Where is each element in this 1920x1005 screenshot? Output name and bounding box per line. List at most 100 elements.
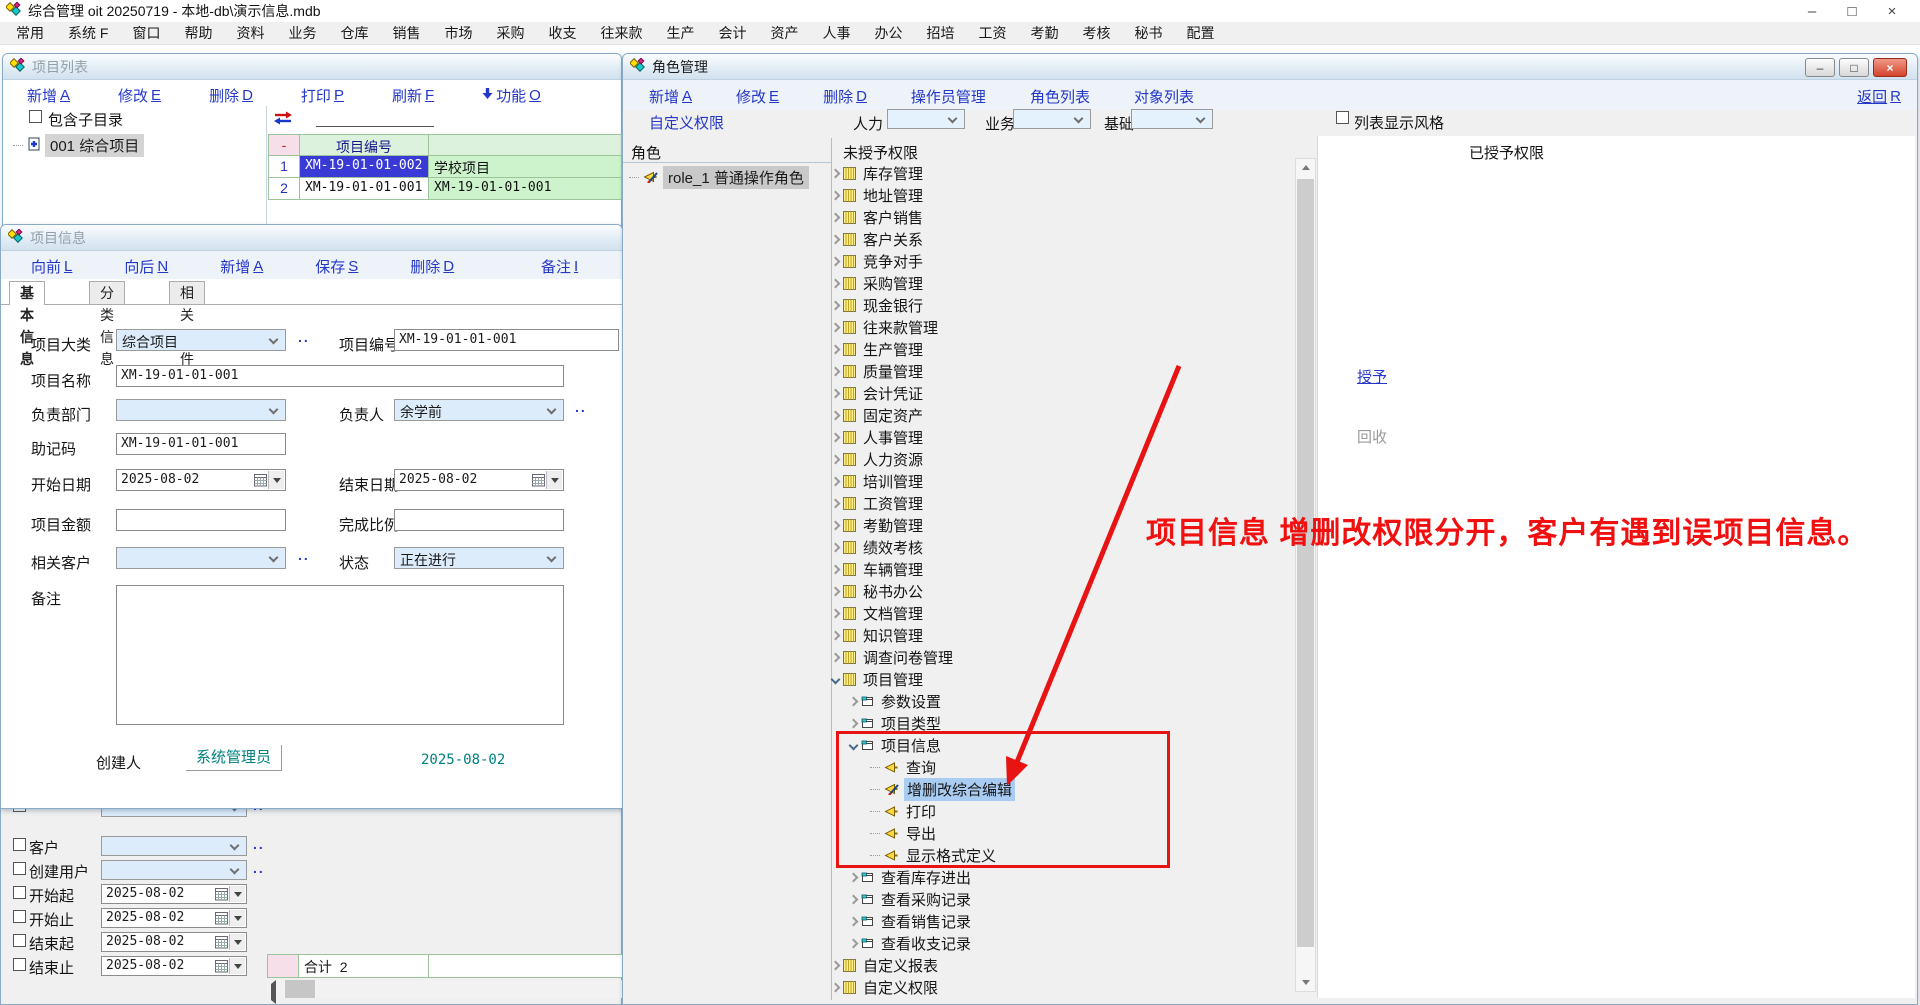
tree-item[interactable]: 生产管理: [832, 338, 926, 360]
tree-item[interactable]: 查询: [870, 756, 939, 778]
project-list-toolbar-refresh-button[interactable]: 刷新F: [392, 85, 434, 105]
tree-item[interactable]: 秘书办公: [832, 580, 926, 602]
scroll-down-icon[interactable]: [1296, 974, 1315, 991]
chevron-right-icon[interactable]: [849, 938, 859, 948]
tree-item[interactable]: 地址管理: [832, 184, 926, 206]
row-number[interactable]: 2: [268, 178, 300, 200]
tree-item[interactable]: 客户销售: [832, 206, 926, 228]
menu-item-2[interactable]: 系统 F: [56, 22, 120, 45]
tree-item[interactable]: 客户关系: [832, 228, 926, 250]
chevron-down-icon[interactable]: [831, 674, 841, 684]
chevron-right-icon[interactable]: [831, 586, 841, 596]
tree-item[interactable]: 会计凭证: [832, 382, 926, 404]
close-icon[interactable]: ×: [1873, 58, 1907, 77]
chevron-down-icon[interactable]: [849, 740, 859, 750]
chevron-right-icon[interactable]: [831, 520, 841, 530]
menu-item-8[interactable]: 销售: [380, 22, 432, 45]
project-info-toolbar-delete-button[interactable]: 删除D: [410, 256, 454, 276]
tree-item[interactable]: 车辆管理: [832, 558, 926, 580]
date-dropdown-icon[interactable]: [546, 471, 562, 489]
tree-item[interactable]: 往来款管理: [832, 316, 941, 338]
chevron-right-icon[interactable]: [831, 982, 841, 992]
restore-icon[interactable]: □: [1839, 58, 1869, 77]
category-lookup-button[interactable]: ..: [298, 329, 310, 345]
filter-date-picker[interactable]: 2025-08-02: [101, 884, 247, 904]
cell-project-code[interactable]: XM-19-01-01-002: [300, 156, 429, 178]
menu-item-10[interactable]: 采购: [484, 22, 536, 45]
tree-scrollbar[interactable]: [1295, 158, 1316, 992]
filter-checkbox-结束止[interactable]: [13, 958, 26, 971]
tree-item[interactable]: 自定义报表: [832, 954, 941, 976]
filter-checkbox-客户[interactable]: [13, 838, 26, 851]
filter-checkbox-创建用户[interactable]: [13, 862, 26, 875]
filter-checkbox-开始起[interactable]: [13, 886, 26, 899]
tree-item[interactable]: 打印: [870, 800, 939, 822]
dept-combo[interactable]: [116, 399, 286, 421]
tree-item[interactable]: 竞争对手: [832, 250, 926, 272]
menu-item-4[interactable]: 帮助: [172, 22, 224, 45]
menu-item-15[interactable]: 资产: [758, 22, 810, 45]
start-date-picker[interactable]: 2025-08-02: [116, 469, 286, 491]
tree-item[interactable]: 参数设置: [850, 690, 944, 712]
tree-item[interactable]: 采购管理: [832, 272, 926, 294]
chevron-right-icon[interactable]: [831, 454, 841, 464]
end-date-picker[interactable]: 2025-08-02: [394, 469, 564, 491]
cell-project-name[interactable]: XM-19-01-01-001: [429, 178, 622, 200]
menu-item-19[interactable]: 工资: [966, 22, 1018, 45]
tree-item[interactable]: 考勤管理: [832, 514, 926, 536]
maximize-icon[interactable]: □: [1832, 3, 1872, 20]
project-list-toolbar-print-button[interactable]: 打印P: [301, 85, 344, 105]
chevron-right-icon[interactable]: [831, 432, 841, 442]
filter-date-picker[interactable]: 2025-08-02: [101, 932, 247, 952]
menu-item-18[interactable]: 招培: [914, 22, 966, 45]
revoke-button[interactable]: 回收: [1357, 426, 1387, 447]
grant-button[interactable]: 授予: [1357, 366, 1387, 387]
tree-item[interactable]: 项目信息: [850, 734, 944, 756]
chevron-right-icon[interactable]: [831, 278, 841, 288]
customer-combo[interactable]: [116, 547, 286, 569]
tab-1[interactable]: 基本信息: [9, 281, 45, 305]
tree-item[interactable]: 库存管理: [832, 162, 926, 184]
tab-3[interactable]: 相关文件: [169, 281, 205, 304]
tree-item[interactable]: 人事管理: [832, 426, 926, 448]
project-info-toolbar-prev-button[interactable]: 向前L: [31, 256, 72, 276]
scroll-left-icon[interactable]: [271, 984, 276, 1000]
tree-item[interactable]: 人力资源: [832, 448, 926, 470]
filter-date-picker[interactable]: 2025-08-02: [101, 956, 247, 976]
back-button[interactable]: 返回R: [1857, 86, 1901, 107]
column-header-rowmark[interactable]: -: [268, 134, 300, 156]
filter-date-picker[interactable]: 2025-08-02: [101, 908, 247, 928]
project-list-toolbar-delete-button[interactable]: 删除D: [209, 85, 253, 105]
project-list-toolbar-functions-button[interactable]: 功能O: [482, 85, 541, 105]
amount-input[interactable]: [116, 509, 286, 531]
tree-item[interactable]: 自定义权限: [832, 976, 941, 998]
chevron-right-icon[interactable]: [831, 630, 841, 640]
menu-item-13[interactable]: 生产: [654, 22, 706, 45]
tree-item[interactable]: 查看收支记录: [850, 932, 974, 954]
project-info-titlebar[interactable]: 项目信息: [1, 225, 622, 251]
row-number[interactable]: 1: [268, 156, 300, 178]
tree-item[interactable]: 查看库存进出: [850, 866, 974, 888]
chevron-right-icon[interactable]: [831, 322, 841, 332]
menu-item-1[interactable]: 常用: [4, 22, 56, 45]
tree-item[interactable]: 调查问卷管理: [832, 646, 956, 668]
project-info-toolbar-add-button[interactable]: 新增A: [220, 256, 263, 276]
project-list-toolbar-edit-button[interactable]: 修改E: [118, 85, 161, 105]
code-input[interactable]: XM-19-01-01-001: [394, 329, 619, 351]
mnemonic-input[interactable]: XM-19-01-01-001: [116, 433, 286, 455]
chevron-right-icon[interactable]: [831, 256, 841, 266]
minimize-icon[interactable]: –: [1805, 58, 1835, 77]
tree-item[interactable]: 查看采购记录: [850, 888, 974, 910]
chevron-right-icon[interactable]: [831, 564, 841, 574]
chevron-right-icon[interactable]: [831, 190, 841, 200]
tree-item[interactable]: 工资管理: [832, 492, 926, 514]
tree-item[interactable]: 质量管理: [832, 360, 926, 382]
cell-project-code[interactable]: XM-19-01-01-001: [300, 178, 429, 200]
cell-project-name[interactable]: 学校项目: [429, 156, 622, 178]
menu-item-22[interactable]: 秘书: [1122, 22, 1174, 45]
leader-lookup-button[interactable]: ..: [575, 399, 587, 415]
customer-lookup-button[interactable]: ..: [298, 547, 310, 563]
tab-2[interactable]: 分类信息: [89, 281, 125, 304]
remark-textarea[interactable]: [116, 585, 564, 725]
chevron-right-icon[interactable]: [849, 696, 859, 706]
